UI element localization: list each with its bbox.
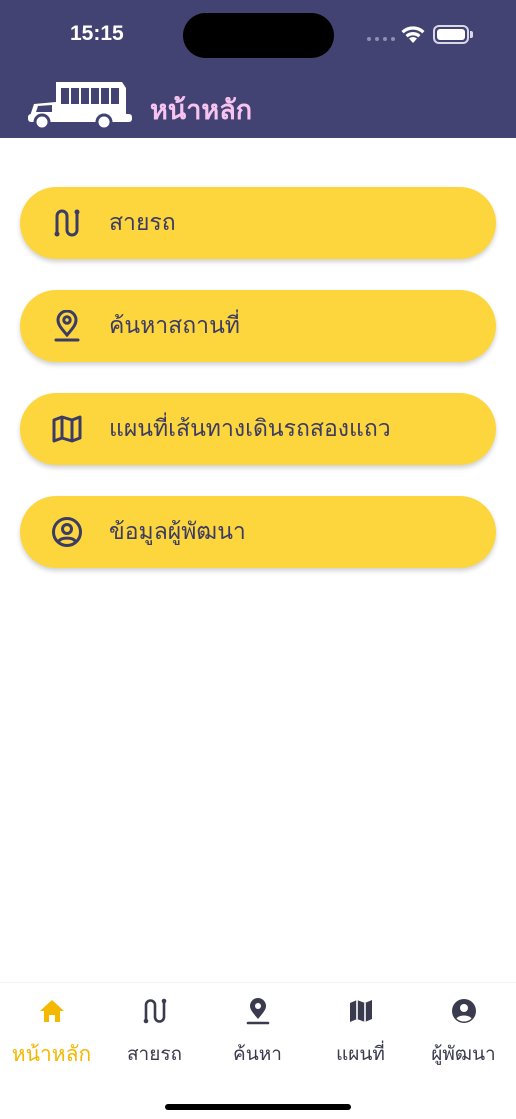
menu-button-developer-info[interactable]: ข้อมูลผู้พัฒนา xyxy=(20,496,496,568)
dynamic-island xyxy=(183,13,334,58)
home-icon xyxy=(39,1000,64,1022)
tab-map[interactable]: แผนที่ xyxy=(309,983,412,1073)
tab-label: หน้าหลัก xyxy=(11,1042,92,1066)
location-pin-icon xyxy=(246,998,269,1025)
menu-button-routes[interactable]: สายรถ xyxy=(20,187,496,259)
bottom-tab-bar: หน้าหลัก สายรถ ค้นหา แผนที่ ผู้พัฒนา xyxy=(0,982,516,1119)
menu-label: ค้นหาสถานที่ xyxy=(109,313,240,339)
tab-developer[interactable]: ผู้พัฒนา xyxy=(412,983,515,1073)
menu-button-search-place[interactable]: ค้นหาสถานที่ xyxy=(20,290,496,362)
user-circle-icon xyxy=(51,516,83,548)
map-icon xyxy=(349,1000,372,1022)
status-bar: 15:15 xyxy=(0,0,516,70)
battery-tip xyxy=(470,31,473,38)
tab-label: ผู้พัฒนา xyxy=(431,1043,496,1065)
tab-label: ค้นหา xyxy=(233,1043,282,1065)
menu-button-route-map[interactable]: แผนที่เส้นทางเดินรถสองแถว xyxy=(20,393,496,465)
wifi-icon xyxy=(401,26,425,43)
location-pin-icon xyxy=(51,310,83,342)
map-icon xyxy=(51,413,83,445)
tab-label: สายรถ xyxy=(126,1043,183,1065)
tab-label: แผนที่ xyxy=(336,1043,385,1065)
status-time: 15:15 xyxy=(70,22,124,45)
app-header: 15:15 หน้าหลัก xyxy=(0,0,516,138)
battery-icon xyxy=(433,25,469,44)
songthaew-truck-icon xyxy=(28,82,132,131)
menu-label: ข้อมูลผู้พัฒนา xyxy=(109,519,246,545)
route-icon xyxy=(143,998,166,1024)
menu-label: แผนที่เส้นทางเดินรถสองแถว xyxy=(109,416,391,442)
main-menu: สายรถ ค้นหาสถานที่ แผนที่เส้นทางเดินรถสอ… xyxy=(20,187,496,599)
tab-routes[interactable]: สายรถ xyxy=(103,983,206,1073)
menu-label: สายรถ xyxy=(109,210,176,236)
home-indicator[interactable] xyxy=(165,1104,351,1110)
tab-home[interactable]: หน้าหลัก xyxy=(0,983,103,1073)
route-icon xyxy=(51,207,83,239)
user-circle-icon xyxy=(451,999,476,1023)
tab-search[interactable]: ค้นหา xyxy=(206,983,309,1073)
page-title: หน้าหลัก xyxy=(150,95,253,126)
cellular-signal-icon xyxy=(367,37,395,41)
